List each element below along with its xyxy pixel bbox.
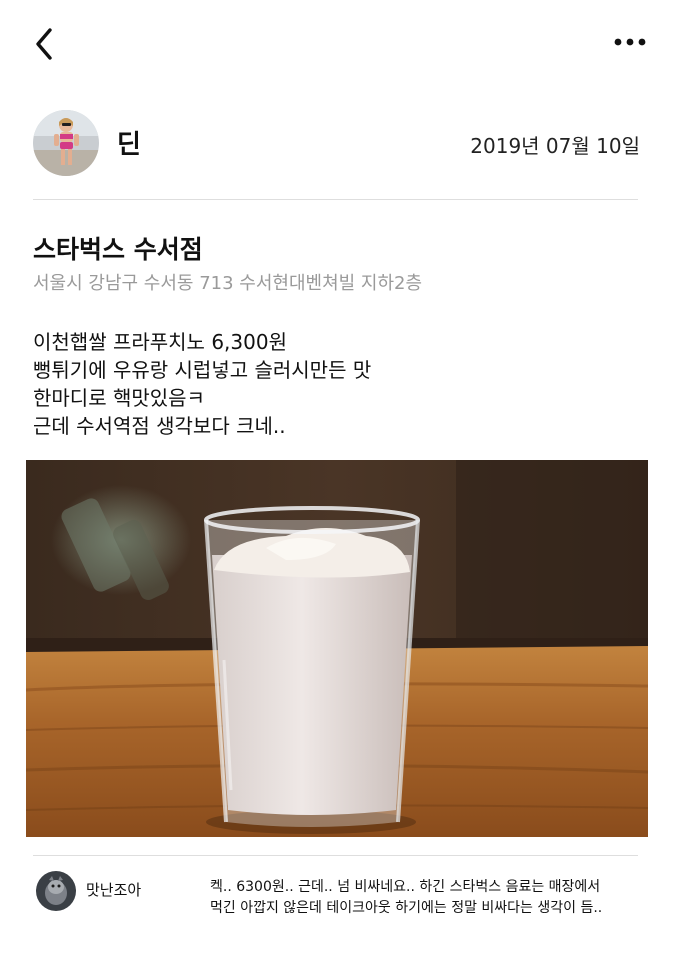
chevron-left-icon bbox=[36, 28, 52, 60]
place-address: 서울시 강남구 수서동 713 수서현대벤쳐빌 지하2층 bbox=[33, 273, 423, 294]
post-photo[interactable] bbox=[26, 460, 648, 837]
commenter-avatar[interactable] bbox=[36, 871, 76, 911]
post-body: 이천햅쌀 프라푸치노 6,300원 뻥튀기에 우유랑 시럽넣고 슬러시만든 맛 … bbox=[33, 328, 371, 440]
post-date: 2019년 07월 10일 bbox=[470, 134, 640, 158]
commenter-avatar-image bbox=[36, 871, 76, 911]
author-name[interactable]: 딘 bbox=[117, 124, 141, 161]
frappuccino-photo bbox=[26, 460, 648, 837]
author-avatar[interactable] bbox=[33, 110, 99, 176]
author-avatar-image bbox=[33, 110, 99, 176]
back-button[interactable] bbox=[30, 24, 62, 64]
comment-line: 켁.. 6300원.. 근데.. 넘 비싸네요.. 하긴 스타벅스 음료는 매장… bbox=[210, 879, 601, 895]
more-options-button[interactable] bbox=[606, 28, 654, 56]
place-name[interactable]: 스타벅스 수서점 bbox=[33, 230, 203, 266]
comment-text: 켁.. 6300원.. 근데.. 넘 비싸네요.. 하긴 스타벅스 음료는 매장… bbox=[210, 877, 642, 919]
post-author-row: 딘 2019년 07월 10일 bbox=[33, 110, 640, 176]
divider bbox=[33, 199, 638, 200]
commenter-name[interactable]: 맛난조아 bbox=[86, 879, 141, 900]
post-line: 이천햅쌀 프라푸치노 6,300원 bbox=[33, 330, 287, 354]
divider bbox=[33, 855, 638, 856]
post-line: 뻥튀기에 우유랑 시럽넣고 슬러시만든 맛 bbox=[33, 358, 372, 382]
comment-line: 먹긴 아깝지 않은데 테이크아웃 하기에는 정말 비싸다는 생각이 듬.. bbox=[210, 900, 603, 916]
more-horizontal-icon bbox=[614, 38, 646, 46]
post-line: 한마디로 핵맛있음ㅋ bbox=[33, 386, 205, 410]
comment-item[interactable]: 맛난조아 켁.. 6300원.. 근데.. 넘 비싸네요.. 하긴 스타벅스 음… bbox=[36, 869, 640, 929]
post-line: 근데 수서역점 생각보다 크네.. bbox=[33, 414, 286, 438]
top-nav-bar bbox=[0, 0, 675, 88]
